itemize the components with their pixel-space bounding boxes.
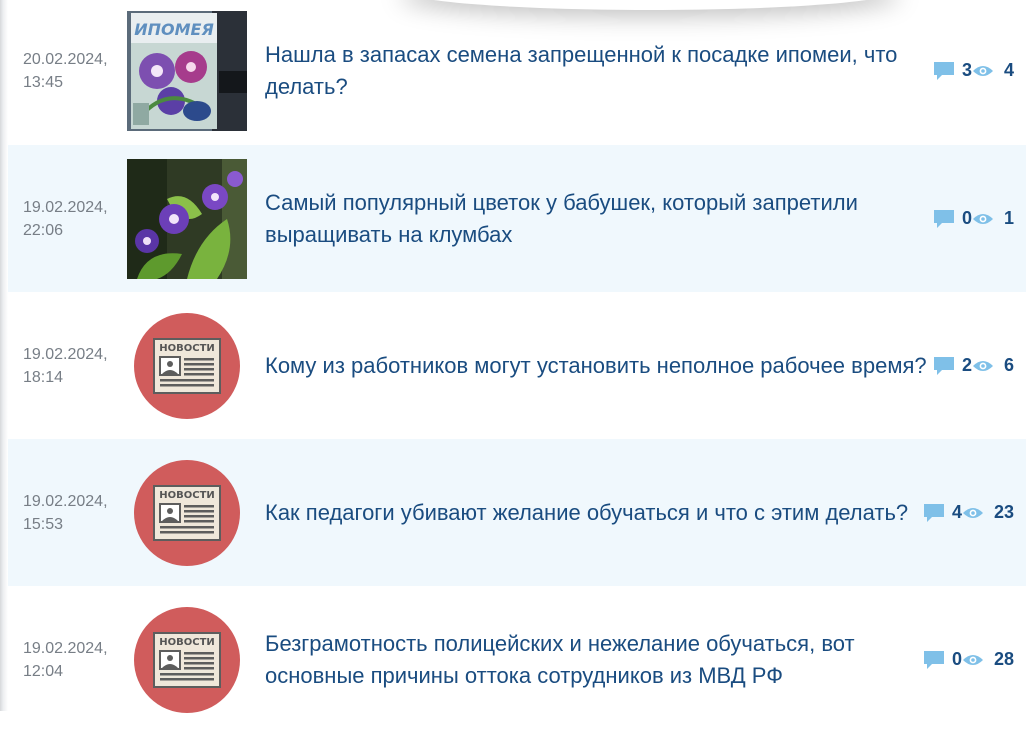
news-date: 20.02.2024, 13:45 — [23, 48, 123, 94]
eye-icon — [962, 507, 983, 518]
news-title-link[interactable]: Безграмотность полицейских и нежелание о… — [265, 628, 930, 692]
news-stats: 2 6 — [932, 354, 1014, 378]
news-date: 19.02.2024, 22:06 — [23, 196, 123, 242]
view-count: 28 — [993, 649, 1014, 669]
news-thumbnail[interactable]: НОВОСТИ — [127, 600, 247, 720]
time-text: 18:14 — [23, 368, 64, 386]
view-count: 6 — [1003, 355, 1014, 375]
packet-label: ИПОМЕЯ — [134, 20, 214, 39]
news-badge-label: НОВОСТИ — [159, 490, 215, 501]
news-stats: 4 23 — [922, 501, 1014, 525]
news-title-link[interactable]: Нашла в запасах семена запрещенной к пос… — [265, 39, 930, 103]
news-badge-icon: НОВОСТИ — [134, 459, 240, 566]
comment-count: 2 — [961, 355, 972, 375]
eye-icon — [972, 360, 993, 371]
news-item[interactable]: 19.02.2024, 15:53 НОВОСТИ Как педагоги у… — [8, 439, 1026, 586]
news-title-link[interactable]: Как педагоги убивают желание обучаться и… — [265, 497, 930, 529]
eye-icon — [972, 213, 993, 224]
comment-count: 4 — [951, 502, 962, 522]
news-title-link[interactable]: Кому из работников могут установить непо… — [265, 350, 930, 382]
news-item[interactable]: 20.02.2024, 13:45 ИПОМЕЯ Нашла в запасах… — [8, 0, 1026, 143]
news-badge-icon: НОВОСТИ — [134, 606, 240, 713]
seed-packet-image: ИПОМЕЯ — [127, 10, 247, 131]
news-title-link[interactable]: Самый популярный цветок у бабушек, котор… — [265, 187, 930, 251]
news-thumbnail[interactable]: НОВОСТИ — [127, 453, 247, 573]
view-count: 23 — [993, 502, 1014, 522]
date-text: 19.02.2024, — [23, 345, 108, 363]
left-border — [0, 0, 8, 711]
comment-count: 3 — [961, 60, 972, 80]
date-text: 19.02.2024, — [23, 639, 108, 657]
date-text: 19.02.2024, — [23, 492, 108, 510]
news-item[interactable]: 19.02.2024, 18:14 НОВОСТИ Кому из работн… — [8, 292, 1026, 439]
news-stats: 0 28 — [922, 648, 1014, 672]
news-stats: 3 4 — [932, 59, 1014, 83]
eye-icon — [972, 65, 993, 76]
view-count: 4 — [1003, 60, 1014, 80]
time-text: 22:06 — [23, 221, 64, 239]
time-text: 12:04 — [23, 662, 64, 680]
comment-icon — [933, 209, 954, 228]
comment-count: 0 — [961, 208, 972, 228]
comment-icon — [933, 61, 954, 80]
view-count: 1 — [1003, 208, 1014, 228]
news-list: 20.02.2024, 13:45 ИПОМЕЯ Нашла в запасах… — [8, 0, 1026, 733]
eye-icon — [962, 654, 983, 665]
news-stats: 0 1 — [932, 207, 1014, 231]
news-date: 19.02.2024, 18:14 — [23, 343, 123, 389]
time-text: 15:53 — [23, 515, 64, 533]
news-thumbnail[interactable]: НОВОСТИ — [127, 306, 247, 426]
comment-count: 0 — [951, 649, 962, 669]
comment-icon — [923, 503, 944, 522]
time-text: 13:45 — [23, 73, 64, 91]
comment-icon — [933, 356, 954, 375]
news-item[interactable]: 19.02.2024, 22:06 Самый популярный цвето… — [8, 145, 1026, 292]
news-badge-label: НОВОСТИ — [159, 637, 215, 648]
date-text: 19.02.2024, — [23, 198, 108, 216]
news-badge-icon: НОВОСТИ — [134, 312, 240, 419]
date-text: 20.02.2024, — [23, 50, 108, 68]
flower-photo-image — [127, 158, 247, 279]
news-date: 19.02.2024, 15:53 — [23, 490, 123, 536]
comment-icon — [923, 650, 944, 669]
news-thumbnail[interactable] — [127, 158, 247, 279]
news-thumbnail[interactable]: ИПОМЕЯ — [127, 10, 247, 131]
news-badge-label: НОВОСТИ — [159, 343, 215, 354]
news-date: 19.02.2024, 12:04 — [23, 637, 123, 683]
